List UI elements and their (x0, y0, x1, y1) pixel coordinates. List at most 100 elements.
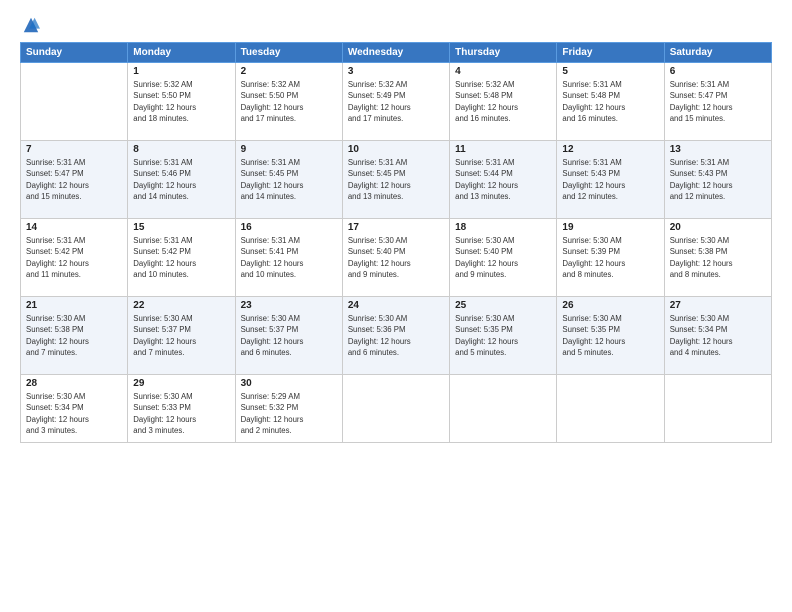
day-number: 4 (455, 66, 551, 77)
day-number: 16 (241, 222, 337, 233)
calendar-cell: 15 Sunrise: 5:31 AM Sunset: 5:42 PM Dayli… (128, 219, 235, 297)
day-info: Sunrise: 5:30 AM Sunset: 5:35 PM Dayligh… (562, 313, 658, 358)
calendar-cell: 16 Sunrise: 5:31 AM Sunset: 5:41 PM Dayli… (235, 219, 342, 297)
calendar-cell: 27 Sunrise: 5:30 AM Sunset: 5:34 PM Dayli… (664, 297, 771, 375)
day-info: Sunrise: 5:30 AM Sunset: 5:40 PM Dayligh… (455, 235, 551, 280)
calendar-cell: 18 Sunrise: 5:30 AM Sunset: 5:40 PM Dayli… (450, 219, 557, 297)
day-number: 18 (455, 222, 551, 233)
calendar-cell: 11 Sunrise: 5:31 AM Sunset: 5:44 PM Dayli… (450, 141, 557, 219)
day-number: 26 (562, 300, 658, 311)
day-info: Sunrise: 5:30 AM Sunset: 5:33 PM Dayligh… (133, 391, 229, 436)
day-number: 17 (348, 222, 444, 233)
day-info: Sunrise: 5:31 AM Sunset: 5:44 PM Dayligh… (455, 157, 551, 202)
calendar-cell: 2 Sunrise: 5:32 AM Sunset: 5:50 PM Daylig… (235, 63, 342, 141)
calendar-week-row: 1 Sunrise: 5:32 AM Sunset: 5:50 PM Daylig… (21, 63, 772, 141)
calendar-week-row: 14 Sunrise: 5:31 AM Sunset: 5:42 PM Dayli… (21, 219, 772, 297)
day-number: 13 (670, 144, 766, 155)
day-info: Sunrise: 5:30 AM Sunset: 5:39 PM Dayligh… (562, 235, 658, 280)
day-info: Sunrise: 5:31 AM Sunset: 5:45 PM Dayligh… (348, 157, 444, 202)
calendar-cell: 10Sunrise: 5:31 AM Sunset: 5:45 PM Dayli… (342, 141, 449, 219)
day-number: 22 (133, 300, 229, 311)
calendar-cell (450, 375, 557, 443)
day-info: Sunrise: 5:32 AM Sunset: 5:50 PM Dayligh… (241, 79, 337, 124)
day-number: 3 (348, 66, 444, 77)
day-info: Sunrise: 5:30 AM Sunset: 5:38 PM Dayligh… (26, 313, 122, 358)
calendar-cell: 26 Sunrise: 5:30 AM Sunset: 5:35 PM Dayli… (557, 297, 664, 375)
calendar-cell: 25Sunrise: 5:30 AM Sunset: 5:35 PM Dayli… (450, 297, 557, 375)
day-info: Sunrise: 5:31 AM Sunset: 5:42 PM Dayligh… (133, 235, 229, 280)
calendar-cell: 1 Sunrise: 5:32 AM Sunset: 5:50 PM Daylig… (128, 63, 235, 141)
day-info: Sunrise: 5:30 AM Sunset: 5:37 PM Dayligh… (241, 313, 337, 358)
calendar-cell: 24Sunrise: 5:30 AM Sunset: 5:36 PM Dayli… (342, 297, 449, 375)
header (20, 16, 772, 34)
day-number: 5 (562, 66, 658, 77)
day-number: 29 (133, 378, 229, 389)
day-number: 11 (455, 144, 551, 155)
day-info: Sunrise: 5:31 AM Sunset: 5:42 PM Dayligh… (26, 235, 122, 280)
day-number: 12 (562, 144, 658, 155)
day-info: Sunrise: 5:30 AM Sunset: 5:37 PM Dayligh… (133, 313, 229, 358)
day-number: 21 (26, 300, 122, 311)
day-number: 8 (133, 144, 229, 155)
calendar-cell: 23 Sunrise: 5:30 AM Sunset: 5:37 PM Dayli… (235, 297, 342, 375)
page: SundayMondayTuesdayWednesdayThursdayFrid… (0, 0, 792, 612)
weekday-header-sunday: Sunday (21, 43, 128, 63)
calendar-cell: 22 Sunrise: 5:30 AM Sunset: 5:37 PM Dayli… (128, 297, 235, 375)
calendar-cell: 28 Sunrise: 5:30 AM Sunset: 5:34 PM Dayli… (21, 375, 128, 443)
day-number: 28 (26, 378, 122, 389)
day-info: Sunrise: 5:32 AM Sunset: 5:49 PM Dayligh… (348, 79, 444, 124)
weekday-header-friday: Friday (557, 43, 664, 63)
weekday-header-row: SundayMondayTuesdayWednesdayThursdayFrid… (21, 43, 772, 63)
calendar-cell: 12 Sunrise: 5:31 AM Sunset: 5:43 PM Dayli… (557, 141, 664, 219)
day-info: Sunrise: 5:32 AM Sunset: 5:48 PM Dayligh… (455, 79, 551, 124)
day-number: 19 (562, 222, 658, 233)
day-info: Sunrise: 5:31 AM Sunset: 5:43 PM Dayligh… (562, 157, 658, 202)
calendar-cell: 3 Sunrise: 5:32 AM Sunset: 5:49 PM Daylig… (342, 63, 449, 141)
calendar-cell: 7Sunrise: 5:31 AM Sunset: 5:47 PM Daylig… (21, 141, 128, 219)
calendar-cell (21, 63, 128, 141)
day-info: Sunrise: 5:30 AM Sunset: 5:34 PM Dayligh… (670, 313, 766, 358)
calendar-cell: 6Sunrise: 5:31 AM Sunset: 5:47 PM Daylig… (664, 63, 771, 141)
calendar-week-row: 21 Sunrise: 5:30 AM Sunset: 5:38 PM Dayli… (21, 297, 772, 375)
day-info: Sunrise: 5:30 AM Sunset: 5:36 PM Dayligh… (348, 313, 444, 358)
day-info: Sunrise: 5:31 AM Sunset: 5:46 PM Dayligh… (133, 157, 229, 202)
calendar-cell: 13Sunrise: 5:31 AM Sunset: 5:43 PM Dayli… (664, 141, 771, 219)
calendar-cell: 8 Sunrise: 5:31 AM Sunset: 5:46 PM Daylig… (128, 141, 235, 219)
calendar-cell (664, 375, 771, 443)
day-info: Sunrise: 5:29 AM Sunset: 5:32 PM Dayligh… (241, 391, 337, 436)
day-number: 20 (670, 222, 766, 233)
weekday-header-thursday: Thursday (450, 43, 557, 63)
weekday-header-monday: Monday (128, 43, 235, 63)
day-number: 15 (133, 222, 229, 233)
calendar-cell: 30 Sunrise: 5:29 AM Sunset: 5:32 PM Dayli… (235, 375, 342, 443)
calendar-cell: 21 Sunrise: 5:30 AM Sunset: 5:38 PM Dayli… (21, 297, 128, 375)
calendar-table: SundayMondayTuesdayWednesdayThursdayFrid… (20, 42, 772, 443)
weekday-header-tuesday: Tuesday (235, 43, 342, 63)
weekday-header-wednesday: Wednesday (342, 43, 449, 63)
day-number: 25 (455, 300, 551, 311)
day-info: Sunrise: 5:30 AM Sunset: 5:38 PM Dayligh… (670, 235, 766, 280)
day-number: 1 (133, 66, 229, 77)
calendar-cell (557, 375, 664, 443)
day-info: Sunrise: 5:30 AM Sunset: 5:40 PM Dayligh… (348, 235, 444, 280)
day-number: 7 (26, 144, 122, 155)
logo-icon (22, 16, 40, 34)
weekday-header-saturday: Saturday (664, 43, 771, 63)
day-number: 6 (670, 66, 766, 77)
day-info: Sunrise: 5:32 AM Sunset: 5:50 PM Dayligh… (133, 79, 229, 124)
calendar-cell: 5Sunrise: 5:31 AM Sunset: 5:48 PM Daylig… (557, 63, 664, 141)
calendar-cell (342, 375, 449, 443)
day-number: 14 (26, 222, 122, 233)
day-number: 27 (670, 300, 766, 311)
calendar-cell: 14 Sunrise: 5:31 AM Sunset: 5:42 PM Dayli… (21, 219, 128, 297)
day-info: Sunrise: 5:31 AM Sunset: 5:45 PM Dayligh… (241, 157, 337, 202)
calendar-week-row: 7Sunrise: 5:31 AM Sunset: 5:47 PM Daylig… (21, 141, 772, 219)
calendar-cell: 29 Sunrise: 5:30 AM Sunset: 5:33 PM Dayli… (128, 375, 235, 443)
calendar-week-row: 28 Sunrise: 5:30 AM Sunset: 5:34 PM Dayli… (21, 375, 772, 443)
day-number: 2 (241, 66, 337, 77)
day-number: 23 (241, 300, 337, 311)
day-number: 30 (241, 378, 337, 389)
day-info: Sunrise: 5:30 AM Sunset: 5:34 PM Dayligh… (26, 391, 122, 436)
calendar-cell: 17 Sunrise: 5:30 AM Sunset: 5:40 PM Dayli… (342, 219, 449, 297)
day-info: Sunrise: 5:31 AM Sunset: 5:41 PM Dayligh… (241, 235, 337, 280)
